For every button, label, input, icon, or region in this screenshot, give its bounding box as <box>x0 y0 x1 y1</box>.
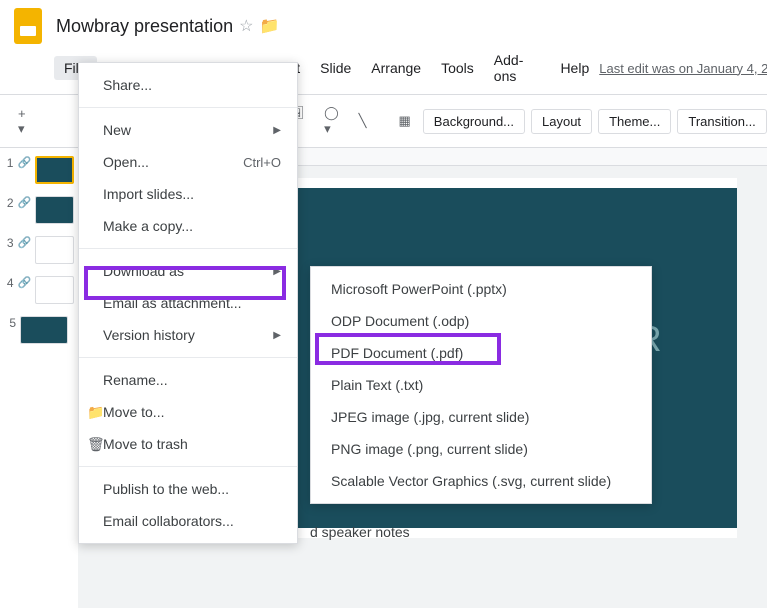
slide-thumbnails: 1 🔗 2 🔗 3 🔗 4 🔗 5 <box>0 148 78 608</box>
menu-item-move-to[interactable]: 📁Move to... <box>79 396 297 428</box>
last-edit-link[interactable]: Last edit was on January 4, 20 <box>599 61 767 76</box>
thumb-number: 2 <box>4 196 14 210</box>
download-odp[interactable]: ODP Document (.odp) <box>311 305 651 337</box>
transition-button[interactable]: Transition... <box>677 109 766 134</box>
document-title[interactable]: Mowbray presentation <box>56 16 233 37</box>
shortcut-label: Ctrl+O <box>243 155 281 170</box>
menu-item-publish-web[interactable]: Publish to the web... <box>79 473 297 505</box>
chevron-right-icon: ▶ <box>273 125 281 136</box>
thumb-number: 4 <box>4 276 14 290</box>
menu-item-rename[interactable]: Rename... <box>79 364 297 396</box>
download-jpeg[interactable]: JPEG image (.jpg, current slide) <box>311 401 651 433</box>
download-as-submenu: Microsoft PowerPoint (.pptx) ODP Documen… <box>310 266 652 504</box>
folder-icon[interactable]: 📁 <box>259 16 279 36</box>
link-icon: 🔗 <box>18 236 32 249</box>
chevron-right-icon: ▶ <box>273 266 281 277</box>
background-button[interactable]: Background... <box>423 109 525 134</box>
menu-item-import-slides[interactable]: Import slides... <box>79 178 297 210</box>
speaker-notes-fragment: d speaker notes <box>310 524 410 540</box>
comment-button[interactable]: ▦ <box>391 109 419 133</box>
link-icon: 🔗 <box>17 156 31 169</box>
thumb-number: 1 <box>4 156 13 170</box>
slide-thumbnail[interactable] <box>20 316 68 344</box>
link-icon: 🔗 <box>18 276 32 289</box>
separator <box>79 466 297 467</box>
menu-item-email-attachment[interactable]: Email as attachment... <box>79 287 297 319</box>
star-icon[interactable]: ☆ <box>239 16 253 36</box>
chevron-right-icon: ▶ <box>273 330 281 341</box>
separator <box>79 248 297 249</box>
menu-slide[interactable]: Slide <box>310 56 361 80</box>
shape-button[interactable]: ◯ ▾ <box>316 101 347 141</box>
menu-item-email-collaborators[interactable]: Email collaborators... <box>79 505 297 537</box>
thumb-number: 5 <box>4 316 16 330</box>
menu-tools[interactable]: Tools <box>431 56 484 80</box>
thumb-number: 3 <box>4 236 14 250</box>
download-svg[interactable]: Scalable Vector Graphics (.svg, current … <box>311 465 651 497</box>
menu-item-new[interactable]: New▶ <box>79 114 297 146</box>
slide-thumbnail[interactable] <box>35 236 74 264</box>
menu-addons[interactable]: Add-ons <box>484 48 551 88</box>
menu-item-version-history[interactable]: Version history▶ <box>79 319 297 351</box>
line-button[interactable]: ╲ <box>351 109 375 133</box>
slide-thumbnail[interactable] <box>35 276 74 304</box>
menu-item-download-as[interactable]: Download as▶ <box>79 255 297 287</box>
menu-arrange[interactable]: Arrange <box>361 56 431 80</box>
new-slide-button[interactable]: + ▾ <box>10 102 34 141</box>
menu-help[interactable]: Help <box>550 56 599 80</box>
folder-icon: 📁 <box>87 404 103 421</box>
menu-item-share[interactable]: Share... <box>79 69 297 101</box>
menu-item-make-copy[interactable]: Make a copy... <box>79 210 297 242</box>
trash-icon: 🗑 <box>87 436 103 453</box>
menu-item-move-to-trash[interactable]: 🗑Move to trash <box>79 428 297 460</box>
separator <box>79 357 297 358</box>
theme-button[interactable]: Theme... <box>598 109 671 134</box>
slide-thumbnail[interactable] <box>35 156 74 184</box>
slide-thumbnail[interactable] <box>35 196 74 224</box>
menu-item-open[interactable]: Open...Ctrl+O <box>79 146 297 178</box>
download-pdf[interactable]: PDF Document (.pdf) <box>311 337 651 369</box>
link-icon: 🔗 <box>18 196 32 209</box>
download-txt[interactable]: Plain Text (.txt) <box>311 369 651 401</box>
layout-button[interactable]: Layout <box>531 109 592 134</box>
download-png[interactable]: PNG image (.png, current slide) <box>311 433 651 465</box>
app-logo[interactable] <box>10 8 46 44</box>
file-menu-dropdown: Share... New▶ Open...Ctrl+O Import slide… <box>78 62 298 544</box>
separator <box>79 107 297 108</box>
download-pptx[interactable]: Microsoft PowerPoint (.pptx) <box>311 273 651 305</box>
